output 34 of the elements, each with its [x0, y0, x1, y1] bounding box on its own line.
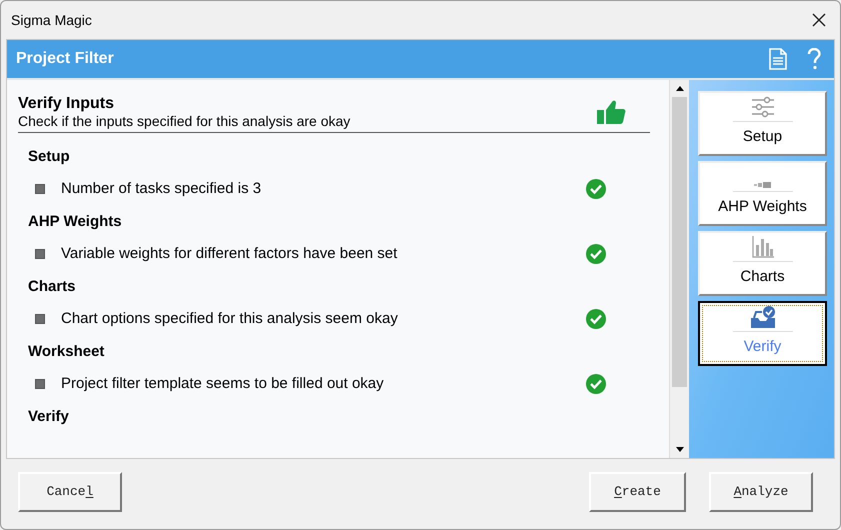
nav-button[interactable]: Verify: [698, 301, 827, 366]
scrollbar-thumb[interactable]: [672, 97, 687, 387]
create-button[interactable]: Create: [589, 472, 686, 512]
bar-chart-icon: [752, 236, 774, 258]
nav-button[interactable]: AHP Weights: [698, 161, 827, 226]
scrollbar[interactable]: [669, 80, 689, 458]
sliders-icon: [750, 96, 774, 118]
bullet-icon: [35, 249, 45, 259]
check-item-text: Chart options specified for this analysis seem okay: [61, 308, 399, 329]
inbox-check-icon: [750, 306, 776, 328]
window-title: Sigma Magic: [11, 10, 92, 30]
group-heading: Setup: [28, 147, 70, 167]
section-heading: Verify Inputs: [18, 94, 116, 113]
group-heading: AHP Weights: [28, 212, 122, 232]
check-item-text: Variable weights for different factors have been set: [61, 244, 398, 264]
thumbs-up-icon: [596, 99, 626, 125]
group-heading: Charts: [28, 277, 76, 297]
group-heading: Verify: [28, 407, 69, 427]
nav-button[interactable]: Setup: [698, 91, 827, 156]
check-item-text: Number of tasks specified is 3: [61, 178, 262, 199]
analyze-button[interactable]: Analyze: [709, 472, 813, 512]
document-icon[interactable]: [769, 48, 787, 70]
check-item-text: Project filter template seems to be filled out okay: [61, 374, 385, 394]
bullet-icon: [35, 184, 45, 194]
header-title: Project Filter: [16, 49, 114, 69]
bullet-icon: [35, 379, 45, 389]
cancel-button[interactable]: Cancel: [18, 472, 122, 512]
group-heading: Worksheet: [28, 342, 104, 362]
nav-button[interactable]: Charts: [698, 231, 827, 296]
help-icon[interactable]: [807, 48, 821, 70]
bullet-icon: [35, 314, 45, 324]
weights-icon: [754, 182, 772, 188]
close-icon[interactable]: [812, 13, 826, 27]
section-subtitle: Check if the inputs specified for this analysis are okay: [18, 113, 350, 130]
